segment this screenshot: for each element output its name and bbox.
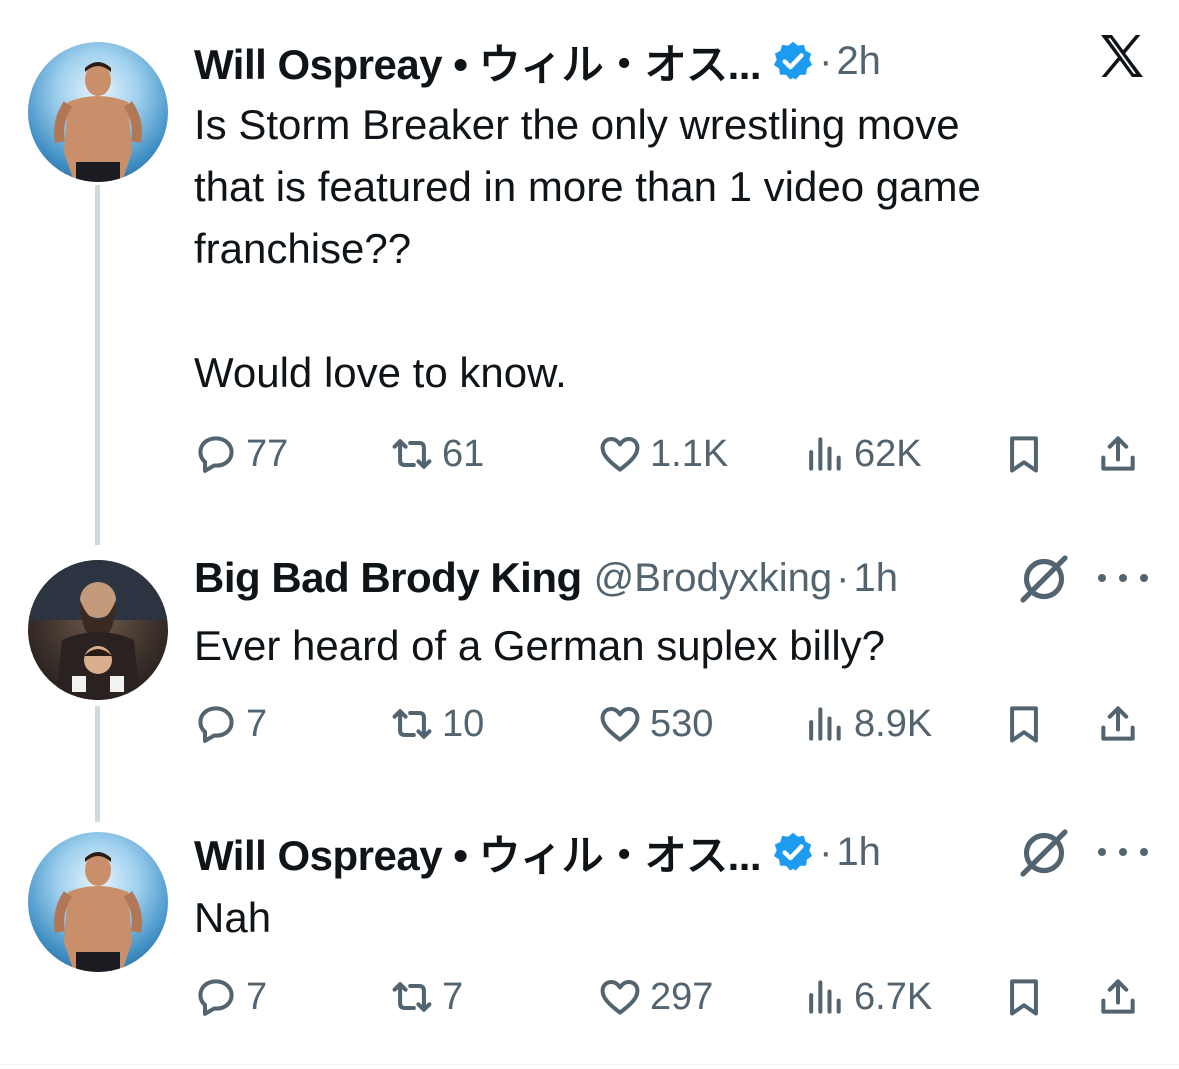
- like-button[interactable]: 1.1K: [598, 424, 728, 484]
- ospreay-photo: [54, 62, 142, 182]
- share-button[interactable]: [1096, 424, 1148, 484]
- views-icon: [809, 707, 841, 741]
- share-icon: [1101, 979, 1135, 1014]
- tweet-actions: 77 61 1.1K 62K: [194, 424, 1154, 484]
- avatar[interactable]: [28, 42, 168, 182]
- divider: [0, 1064, 1179, 1065]
- timestamp[interactable]: 1h: [853, 556, 898, 601]
- reply-icon: [198, 979, 234, 1016]
- bookmark-icon: [1010, 436, 1038, 473]
- grok-icon[interactable]: [1016, 825, 1072, 881]
- reply-button[interactable]: 77: [194, 424, 288, 484]
- repost-count: 7: [442, 975, 464, 1018]
- timestamp[interactable]: 1h: [836, 830, 881, 875]
- more-dot: [1098, 848, 1106, 856]
- more-dot: [1098, 574, 1106, 582]
- repost-button[interactable]: 7: [390, 967, 463, 1027]
- views-icon: [809, 437, 841, 471]
- views-count: 8.9K: [854, 702, 933, 745]
- views-count: 62K: [854, 432, 922, 475]
- views-count: 6.7K: [854, 975, 933, 1018]
- avatar[interactable]: [28, 560, 168, 700]
- reply-button[interactable]: 7: [194, 694, 267, 754]
- tweet-header: Big Bad Brody King @Brodyxking · 1h: [194, 551, 898, 605]
- grok-icon[interactable]: [1016, 551, 1072, 607]
- repost-count: 61: [442, 432, 485, 475]
- share-button[interactable]: [1096, 694, 1148, 754]
- more-dot: [1119, 574, 1127, 582]
- bookmark-button[interactable]: [1002, 694, 1054, 754]
- thread-line: [95, 185, 100, 545]
- reply-count: 77: [246, 432, 289, 475]
- repost-icon: [392, 982, 432, 1012]
- timestamp[interactable]: 2h: [836, 39, 881, 84]
- heart-icon: [600, 436, 640, 472]
- more-options-button[interactable]: [1098, 568, 1148, 588]
- separator-dot: ·: [836, 555, 850, 600]
- views-button[interactable]: 62K: [802, 424, 922, 484]
- bookmark-icon: [1010, 706, 1038, 743]
- reply-button[interactable]: 7: [194, 967, 267, 1027]
- reply-icon: [198, 706, 234, 743]
- more-dot: [1119, 848, 1127, 856]
- more-dot: [1140, 848, 1148, 856]
- views-icon: [809, 980, 841, 1014]
- verified-badge-icon: [774, 832, 813, 871]
- repost-count: 10: [442, 702, 485, 745]
- brody-photo: [28, 560, 168, 700]
- reply-icon: [198, 436, 234, 473]
- tweet-actions: 7 10 530 8.9K: [194, 694, 1154, 754]
- heart-icon: [600, 706, 640, 742]
- tweet-header: Will Ospreay • ウィル・オス... · 2h: [194, 34, 881, 88]
- tweet-actions: 7 7 297 6.7K: [194, 967, 1154, 1027]
- display-name[interactable]: Will Ospreay • ウィル・オス...: [194, 822, 762, 883]
- display-name[interactable]: Big Bad Brody King: [194, 554, 582, 602]
- repost-icon: [392, 709, 432, 739]
- display-name[interactable]: Will Ospreay • ウィル・オス...: [194, 31, 762, 92]
- avatar[interactable]: [28, 832, 168, 972]
- bookmark-button[interactable]: [1002, 424, 1054, 484]
- share-icon: [1101, 436, 1135, 471]
- views-button[interactable]: 8.9K: [802, 694, 932, 754]
- separator-dot: ·: [819, 38, 833, 83]
- like-button[interactable]: 297: [598, 967, 713, 1027]
- ospreay-photo: [54, 852, 142, 972]
- bookmark-icon: [1010, 979, 1038, 1016]
- x-logo-icon: [1101, 35, 1143, 77]
- views-button[interactable]: 6.7K: [802, 967, 932, 1027]
- reply-count: 7: [246, 702, 268, 745]
- thread-line: [95, 706, 100, 822]
- tweet-text: Ever heard of a German suplex billy?: [194, 622, 886, 669]
- like-count: 1.1K: [650, 432, 729, 475]
- more-dot: [1140, 574, 1148, 582]
- share-button[interactable]: [1096, 967, 1148, 1027]
- repost-button[interactable]: 10: [390, 694, 484, 754]
- like-count: 530: [650, 702, 714, 745]
- bookmark-button[interactable]: [1002, 967, 1054, 1027]
- reply-count: 7: [246, 975, 268, 1018]
- user-handle[interactable]: @Brodyxking: [594, 556, 832, 601]
- more-options-button[interactable]: [1098, 842, 1148, 862]
- verified-badge-icon: [774, 41, 813, 80]
- separator-dot: ·: [819, 829, 833, 874]
- tweet-text: Nah: [194, 894, 272, 941]
- tweet-text: Is Storm Breaker the only wrestling move…: [194, 101, 981, 396]
- share-icon: [1101, 706, 1135, 741]
- repost-button[interactable]: 61: [390, 424, 484, 484]
- repost-icon: [392, 439, 432, 469]
- heart-icon: [600, 979, 640, 1015]
- tweet-header: Will Ospreay • ウィル・オス... · 1h: [194, 825, 881, 879]
- like-button[interactable]: 530: [598, 694, 713, 754]
- like-count: 297: [650, 975, 714, 1018]
